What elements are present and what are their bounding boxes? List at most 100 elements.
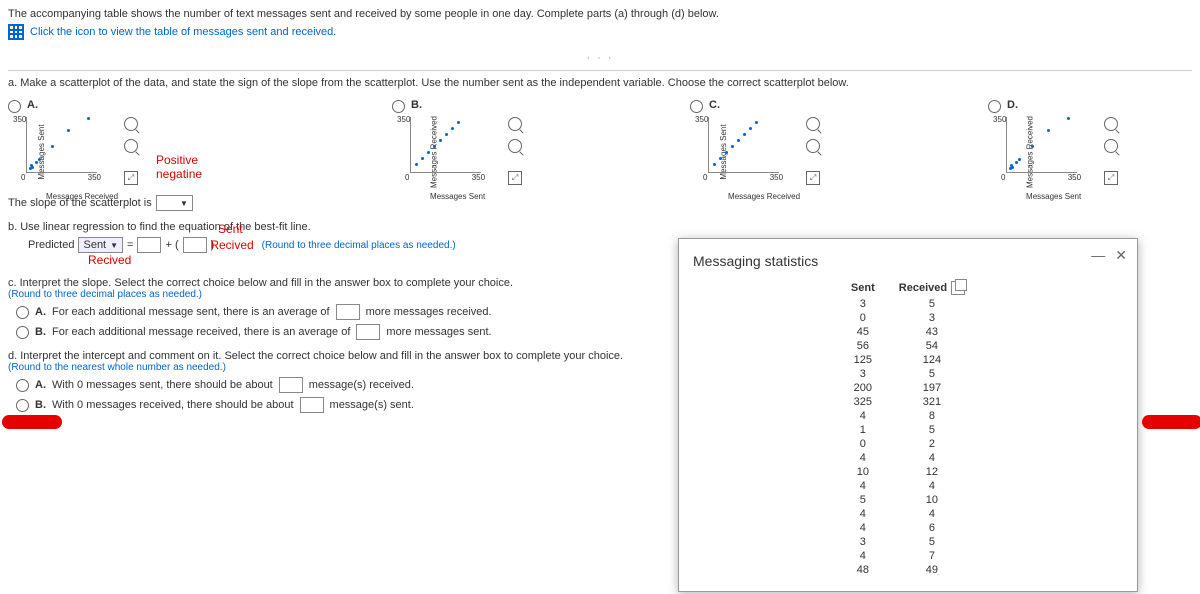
table-row: 125124 (839, 353, 977, 367)
eq-equals: = (127, 239, 133, 251)
chart-d-zero: 0 (1001, 173, 1005, 182)
option-b[interactable]: B. (392, 99, 500, 113)
chart-c: Messages Sent 350 0 350 Messages Receive… (708, 117, 798, 187)
da-post: message(s) received. (309, 379, 414, 391)
chart-d-xmax: 350 (1068, 173, 1081, 182)
zoom-in-icon[interactable] (508, 117, 522, 131)
db-input[interactable] (300, 397, 324, 413)
view-table-text: Click the icon to view the table of mess… (30, 26, 336, 38)
table-row: 02 (839, 437, 977, 451)
radio-db[interactable] (16, 399, 29, 412)
expand-icon[interactable]: ⤢ (1104, 171, 1118, 185)
predicted-dropdown[interactable]: Sent (78, 237, 123, 253)
chart-c-xmax: 350 (770, 173, 783, 182)
option-d[interactable]: D. (988, 99, 1096, 113)
chart-c-xlabel: Messages Received (728, 192, 800, 201)
chart-a-ymax: 350 (13, 115, 26, 124)
table-row: 46 (839, 521, 977, 535)
zoom-in-icon[interactable] (1104, 117, 1118, 131)
eq-plus: + ( (165, 239, 178, 251)
intercept-input[interactable] (137, 237, 161, 253)
anno-recived-below: Recived (88, 253, 131, 267)
radio-b[interactable] (392, 100, 405, 113)
chart-c-zero: 0 (703, 173, 707, 182)
zoom-out-icon[interactable] (508, 139, 522, 153)
chart-b-xmax: 350 (472, 173, 485, 182)
zoom-out-icon[interactable] (1104, 139, 1118, 153)
data-modal: — ✕ Messaging statistics Sent Received 3… (678, 238, 1138, 592)
chart-a: Messages Sent 350 0 350 Messages Receive… (26, 117, 116, 187)
da-input[interactable] (279, 377, 303, 393)
slope-input[interactable] (183, 237, 207, 253)
chart-b: Messages Received 350 0 350 Messages Sen… (410, 117, 500, 187)
red-scribble-left (2, 415, 62, 429)
more-dots: · · · (8, 52, 1192, 64)
table-row: 510 (839, 493, 977, 507)
table-row: 35 (839, 367, 977, 381)
cb-input[interactable] (356, 324, 380, 340)
view-table-link[interactable]: Click the icon to view the table of mess… (8, 24, 1192, 40)
label-a2: A. (35, 379, 46, 391)
red-scribble-right (1142, 415, 1200, 429)
minimize-icon[interactable]: — (1091, 247, 1105, 264)
close-icon[interactable]: ✕ (1115, 247, 1127, 264)
label-a: A. (35, 306, 46, 318)
chart-a-xlabel: Messages Received (46, 192, 118, 201)
table-row: 03 (839, 311, 977, 325)
intro-text: The accompanying table shows the number … (8, 8, 1192, 20)
table-row: 325321 (839, 395, 977, 409)
option-a-label: A. (27, 99, 38, 111)
slope-dropdown[interactable] (156, 195, 193, 211)
table-row: 200197 (839, 381, 977, 395)
radio-ca[interactable] (16, 306, 29, 319)
expand-icon[interactable]: ⤢ (806, 171, 820, 185)
table-row: 15 (839, 423, 977, 437)
col-sent: Sent (839, 279, 887, 297)
zoom-out-icon[interactable] (124, 139, 138, 153)
zoom-in-icon[interactable] (806, 117, 820, 131)
table-row: 44 (839, 479, 977, 493)
table-row: 35 (839, 297, 977, 311)
zoom-in-icon[interactable] (124, 117, 138, 131)
part-a-prompt: a. Make a scatterplot of the data, and s… (8, 77, 1192, 89)
expand-icon[interactable]: ⤢ (124, 171, 138, 185)
radio-c[interactable] (690, 100, 703, 113)
da-pre: With 0 messages sent, there should be ab… (52, 379, 273, 391)
table-icon (8, 24, 24, 40)
option-a[interactable]: A. (8, 99, 202, 113)
ca-input[interactable] (336, 304, 360, 320)
radio-cb[interactable] (16, 326, 29, 339)
table-row: 44 (839, 451, 977, 465)
table-row: 1012 (839, 465, 977, 479)
ca-post: more messages received. (366, 306, 492, 318)
table-row: 44 (839, 507, 977, 521)
expand-icon[interactable]: ⤢ (508, 171, 522, 185)
option-d-label: D. (1007, 99, 1018, 111)
separator (8, 70, 1192, 71)
option-b-label: B. (411, 99, 422, 111)
ca-pre: For each additional message sent, there … (52, 306, 330, 318)
part-b-prompt: b. Use linear regression to find the equ… (8, 221, 1192, 233)
anno-stack: Sent x (218, 223, 243, 249)
col-recv: Received (887, 279, 977, 297)
db-post: message(s) sent. (330, 399, 414, 411)
round-note-b: (Round to three decimal places as needed… (262, 240, 456, 251)
chart-b-zero: 0 (405, 173, 409, 182)
table-row: 47 (839, 549, 977, 563)
chart-d-xlabel: Messages Sent (1026, 192, 1081, 201)
chart-c-ymax: 350 (695, 115, 708, 124)
zoom-out-icon[interactable] (806, 139, 820, 153)
radio-d[interactable] (988, 100, 1001, 113)
table-row: 35 (839, 535, 977, 549)
predicted-label: Predicted (28, 239, 74, 251)
radio-da[interactable] (16, 379, 29, 392)
label-b2: B. (35, 399, 46, 411)
radio-a[interactable] (8, 100, 21, 113)
anno-sent: Sent (218, 223, 243, 236)
cb-pre: For each additional message received, th… (52, 326, 350, 338)
table-row: 48 (839, 409, 977, 423)
option-c[interactable]: C. (690, 99, 798, 113)
cb-post: more messages sent. (386, 326, 491, 338)
chart-d-ymax: 350 (993, 115, 1006, 124)
copy-icon[interactable] (951, 281, 965, 295)
